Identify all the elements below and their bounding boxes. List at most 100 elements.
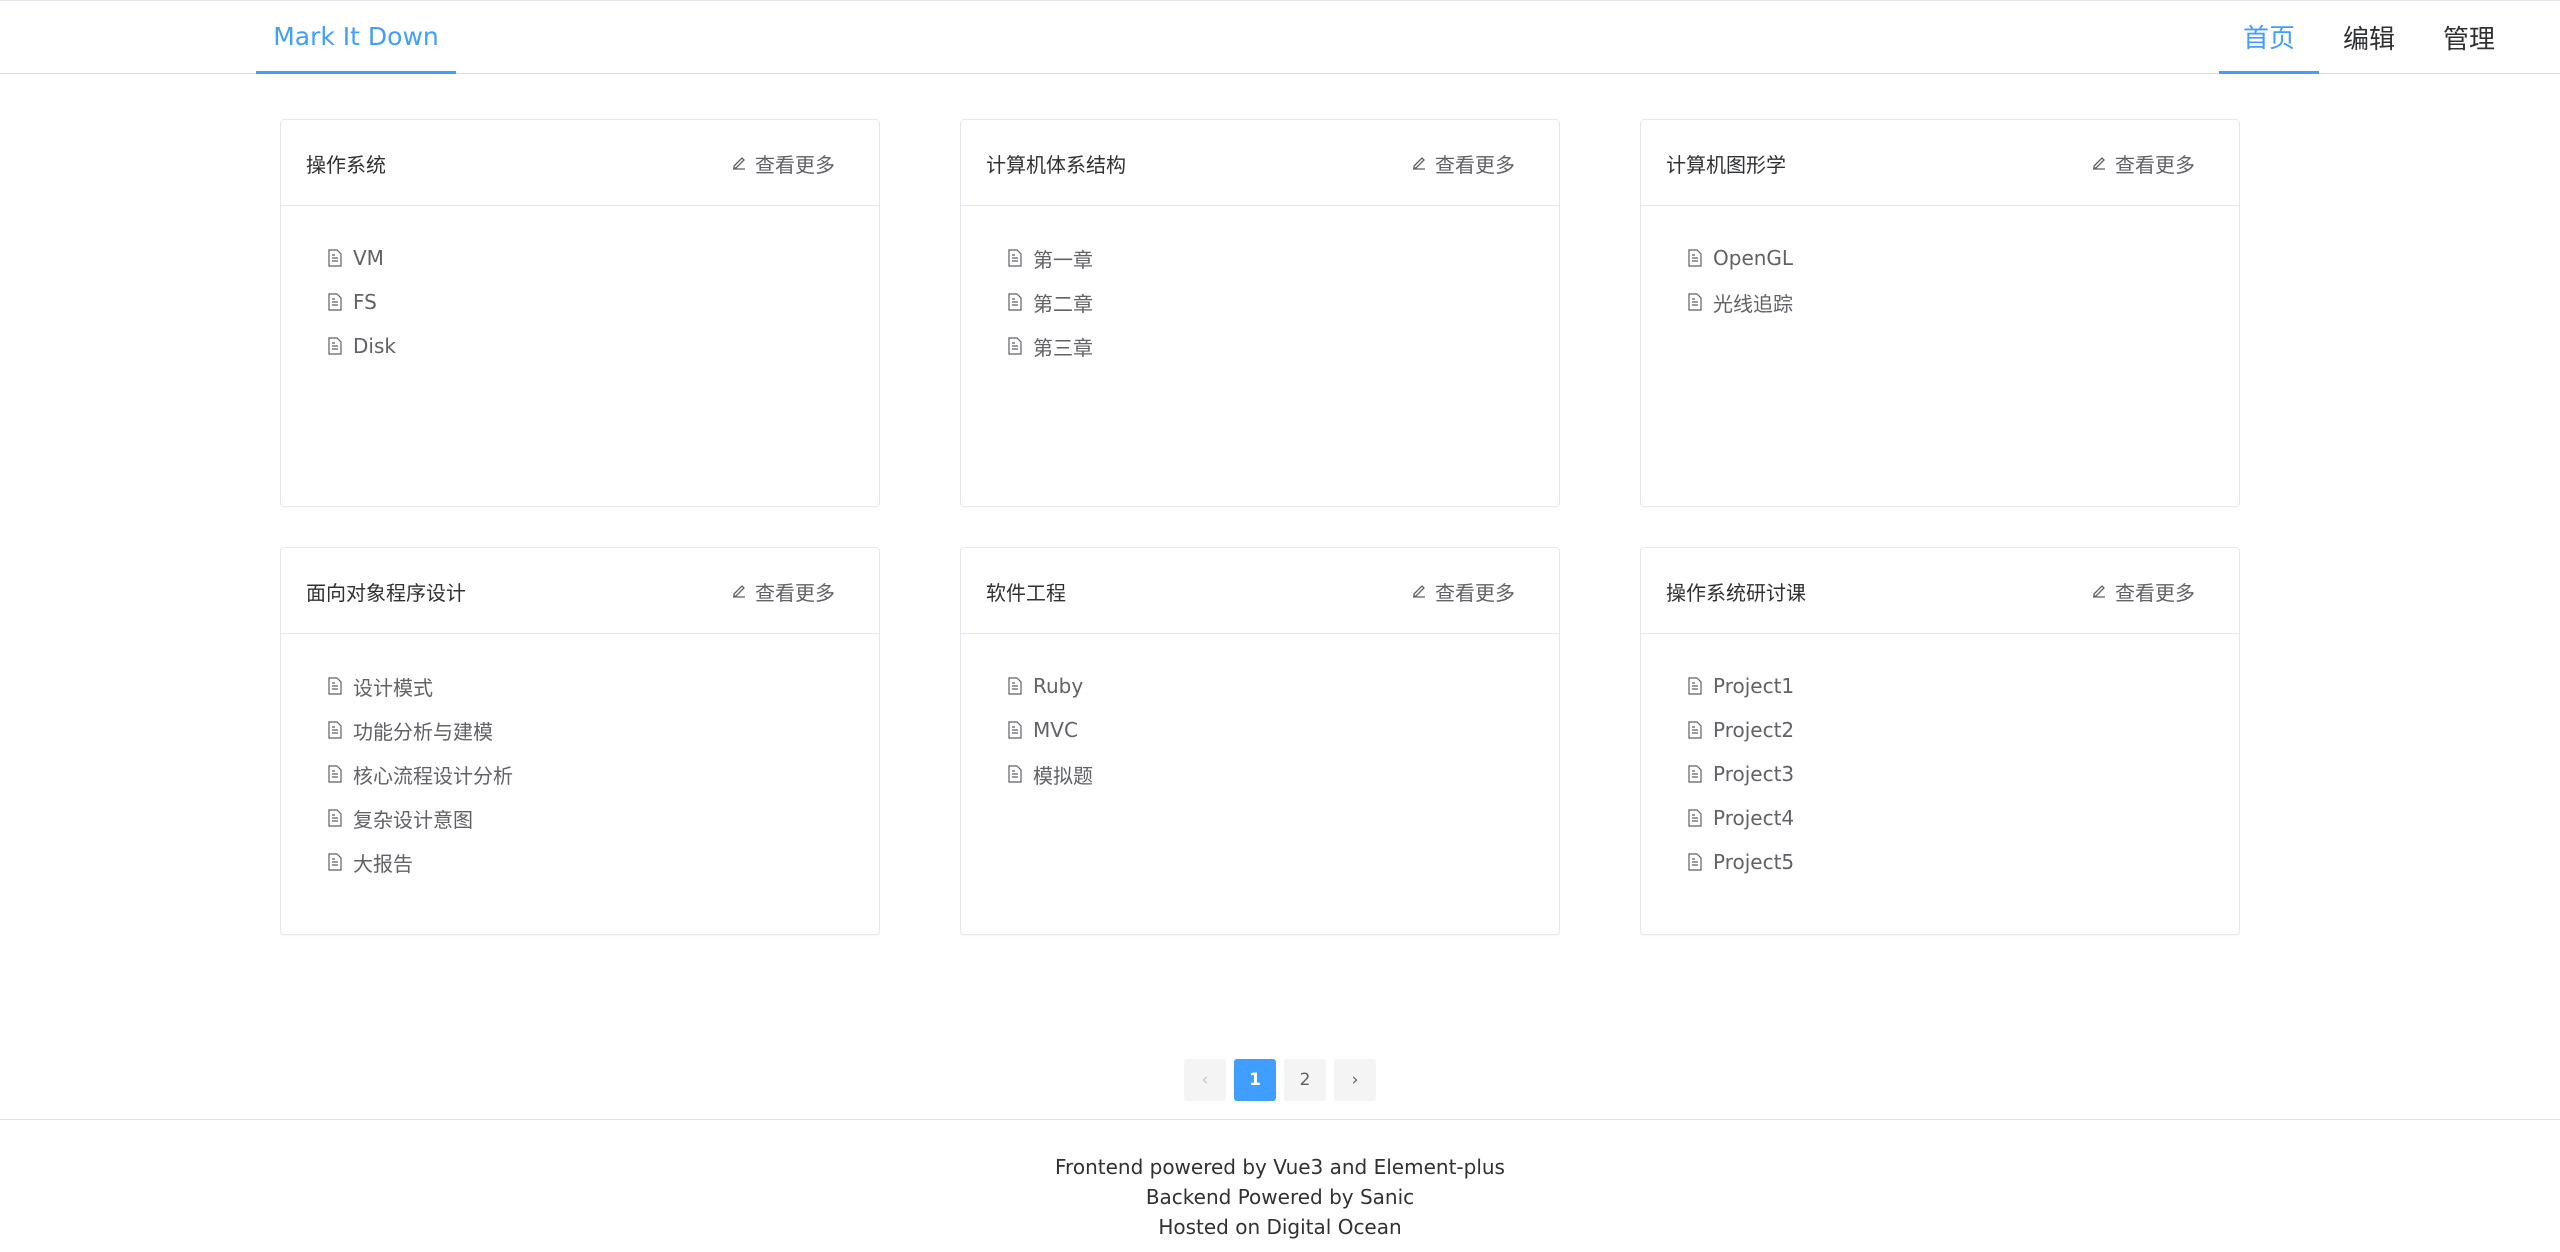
card-title: 计算机图形学 [1666, 152, 1786, 177]
view-more-button[interactable]: 查看更多 [2091, 548, 2195, 634]
doc-item[interactable]: Project2 [1687, 708, 2239, 752]
document-icon [1688, 809, 1702, 827]
doc-item[interactable]: 核心流程设计分析 [327, 752, 879, 796]
card-header: 操作系统 查看更多 [281, 120, 879, 206]
page-number-button[interactable]: 1 [1234, 1059, 1276, 1101]
footer-hosting-credit: Hosted on Digital Ocean [1158, 1215, 1402, 1239]
edit-icon [733, 585, 745, 598]
view-more-button[interactable]: 查看更多 [731, 120, 835, 206]
doc-item[interactable]: Project5 [1687, 840, 2239, 884]
doc-item[interactable]: 模拟题 [1007, 752, 1559, 796]
doc-item[interactable]: 光线追踪 [1687, 280, 2239, 324]
document-icon [328, 249, 342, 267]
doc-item[interactable]: Disk [327, 324, 879, 368]
card-title: 面向对象程序设计 [306, 580, 466, 605]
edit-icon [733, 157, 745, 170]
view-more-label: 查看更多 [2115, 580, 2195, 605]
doc-item[interactable]: FS [327, 280, 879, 324]
doc-item[interactable]: MVC [1007, 708, 1559, 752]
top-navbar: Mark It Down 首页 编辑 管理 [0, 1, 2560, 74]
view-more-button[interactable]: 查看更多 [1411, 548, 1515, 634]
card-header: 面向对象程序设计 查看更多 [281, 548, 879, 634]
doc-label: 复杂设计意图 [353, 807, 473, 832]
document-icon [1008, 765, 1022, 783]
view-more-label: 查看更多 [1435, 152, 1515, 177]
page-number-button[interactable]: 2 [1284, 1059, 1326, 1101]
doc-label: 光线追踪 [1713, 291, 1793, 316]
edit-icon [2093, 157, 2105, 170]
document-icon [1688, 293, 1702, 311]
doc-list: OpenGL 光线追踪 [1641, 206, 2239, 324]
doc-item[interactable]: Project4 [1687, 796, 2239, 840]
prev-page-button[interactable]: ‹ [1184, 1059, 1226, 1101]
edit-icon [2093, 585, 2105, 598]
document-icon [1688, 249, 1702, 267]
doc-list: 设计模式 功能分析与建模 核心流程设计分析 复杂设计意图 大报告 [281, 634, 879, 884]
doc-item[interactable]: 大报告 [327, 840, 879, 884]
card-header: 计算机体系结构 查看更多 [961, 120, 1559, 206]
document-icon [328, 337, 342, 355]
document-icon [1008, 677, 1022, 695]
view-more-button[interactable]: 查看更多 [731, 548, 835, 634]
card-title: 操作系统研讨课 [1666, 580, 1806, 605]
nav-edit[interactable]: 编辑 [2319, 1, 2419, 74]
document-icon [1008, 337, 1022, 355]
doc-label: 大报告 [353, 851, 413, 876]
doc-item[interactable]: 复杂设计意图 [327, 796, 879, 840]
doc-label: Project2 [1713, 718, 1795, 742]
card-header: 计算机图形学 查看更多 [1641, 120, 2239, 206]
doc-label: Disk [353, 334, 396, 358]
edit-icon [1413, 157, 1425, 170]
doc-label: OpenGL [1713, 246, 1794, 270]
document-icon [328, 721, 342, 739]
document-icon [1688, 853, 1702, 871]
doc-list: Project1 Project2 Project3 Project4 Proj… [1641, 634, 2239, 884]
doc-item[interactable]: 第一章 [1007, 236, 1559, 280]
doc-label: 第三章 [1033, 335, 1093, 360]
document-icon [1688, 765, 1702, 783]
doc-item[interactable]: OpenGL [1687, 236, 2239, 280]
card-title: 操作系统 [306, 152, 386, 177]
nav-home[interactable]: 首页 [2219, 1, 2319, 74]
document-icon [328, 809, 342, 827]
view-more-button[interactable]: 查看更多 [1411, 120, 1515, 206]
doc-item[interactable]: Project1 [1687, 664, 2239, 708]
doc-label: FS [353, 290, 377, 314]
doc-item[interactable]: 功能分析与建模 [327, 708, 879, 752]
doc-label: 模拟题 [1033, 763, 1093, 788]
doc-label: 第二章 [1033, 291, 1093, 316]
doc-item[interactable]: Project3 [1687, 752, 2239, 796]
document-icon [1688, 721, 1702, 739]
view-more-label: 查看更多 [755, 152, 835, 177]
footer: Frontend powered by Vue3 and Element-plu… [0, 1119, 2560, 1252]
doc-list: VM FS Disk [281, 206, 879, 368]
doc-item[interactable]: VM [327, 236, 879, 280]
doc-label: 核心流程设计分析 [353, 763, 513, 788]
doc-item[interactable]: 第三章 [1007, 324, 1559, 368]
category-card: 计算机图形学 查看更多 OpenGL 光线追踪 [1640, 119, 2240, 507]
doc-item[interactable]: Ruby [1007, 664, 1559, 708]
edit-icon [1413, 585, 1425, 598]
next-page-button[interactable]: › [1334, 1059, 1376, 1101]
doc-label: Project3 [1713, 762, 1795, 786]
nav-manage[interactable]: 管理 [2419, 1, 2519, 74]
view-more-label: 查看更多 [755, 580, 835, 605]
document-icon [328, 853, 342, 871]
doc-item[interactable]: 第二章 [1007, 280, 1559, 324]
brand-logo[interactable]: Mark It Down [256, 1, 456, 74]
doc-label: Project4 [1713, 806, 1795, 830]
view-more-button[interactable]: 查看更多 [2091, 120, 2195, 206]
footer-frontend-credit: Frontend powered by Vue3 and Element-plu… [1055, 1155, 1505, 1179]
doc-list: Ruby MVC 模拟题 [961, 634, 1559, 796]
doc-label: Project5 [1713, 850, 1795, 874]
doc-label: MVC [1033, 718, 1078, 742]
doc-label: 第一章 [1033, 247, 1093, 272]
footer-backend-credit: Backend Powered by Sanic [1145, 1185, 1415, 1209]
doc-label: Ruby [1033, 674, 1084, 698]
card-title: 软件工程 [986, 580, 1066, 605]
document-icon [328, 765, 342, 783]
doc-item[interactable]: 设计模式 [327, 664, 879, 708]
card-header: 软件工程 查看更多 [961, 548, 1559, 634]
document-icon [328, 677, 342, 695]
doc-label: VM [353, 246, 384, 270]
